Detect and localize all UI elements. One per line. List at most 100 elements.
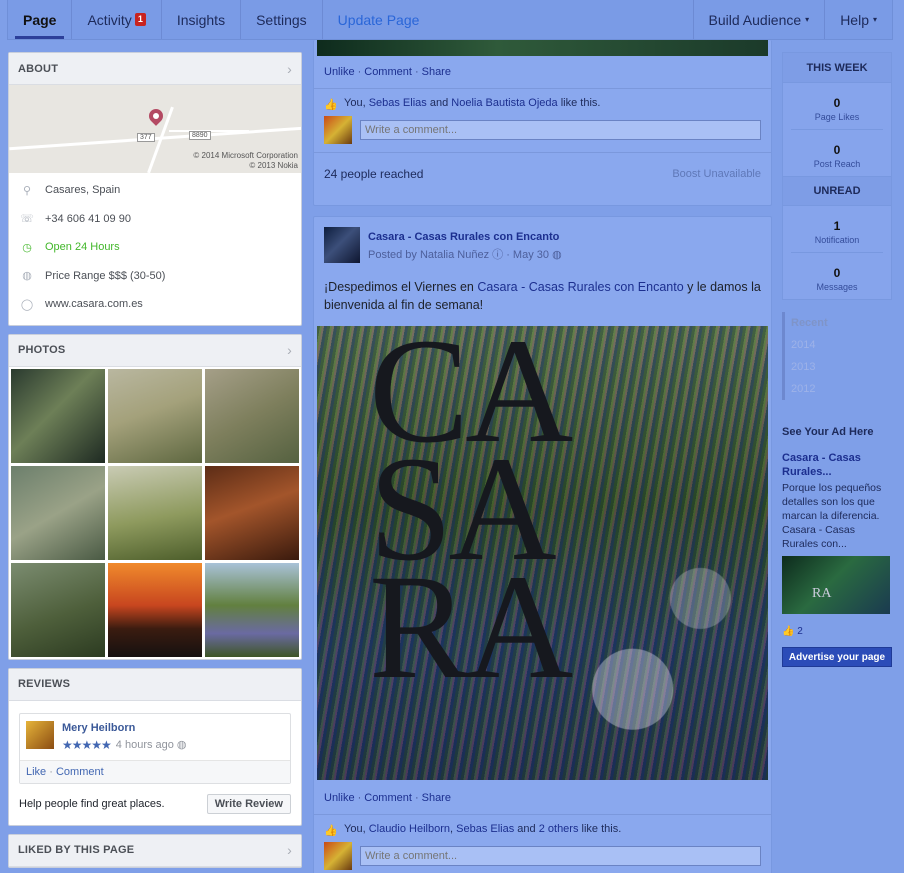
map-road-label: 8890 <box>189 131 211 140</box>
share-link[interactable]: Share <box>422 792 451 804</box>
photo-thumbnail[interactable] <box>108 368 202 463</box>
photo-thumbnail[interactable] <box>11 465 105 560</box>
top-nav: Page Activity 1 Insights Settings Update… <box>7 0 893 40</box>
liker-link[interactable]: Sebas Elias <box>456 823 514 835</box>
photo-thumbnail[interactable] <box>11 368 105 463</box>
about-hours: ◷ Open 24 Hours <box>9 233 301 262</box>
photo-thumbnail[interactable] <box>205 368 299 463</box>
post-page-name[interactable]: Casara - Casas Rurales con Encanto <box>368 231 562 243</box>
messages-stat[interactable]: 0 Messages <box>791 253 883 299</box>
unlike-link[interactable]: Unlike <box>324 66 355 78</box>
stats-card: THIS WEEK 0 Page Likes 0 Post Reach UNRE… <box>782 52 892 300</box>
reach-count[interactable]: 24 people reached <box>324 167 423 181</box>
thumbs-up-icon: 👍 <box>324 825 338 837</box>
location-map[interactable]: 377 8890 © 2014 Microsoft Corporation © … <box>9 85 301 173</box>
tab-insights[interactable]: Insights <box>162 0 242 39</box>
liker-link[interactable]: Sebas Elias <box>369 97 427 109</box>
unlike-link[interactable]: Unlike <box>324 792 355 804</box>
casara-logo-text: CA SA RA <box>369 326 573 710</box>
about-website[interactable]: ◯ www.casara.com.es <box>9 290 301 319</box>
chevron-right-icon: › <box>287 842 292 858</box>
write-review-button[interactable]: Write Review <box>206 793 291 814</box>
post-reach-row: 24 people reached Boost Unavailable <box>314 152 771 195</box>
post-actions: Unlike · Comment · Share <box>314 780 771 815</box>
reviewer-name[interactable]: Mery Heilborn <box>62 722 187 734</box>
ad-title[interactable]: Casara - Casas Rurales... <box>782 451 892 479</box>
this-week-header: THIS WEEK <box>783 53 891 83</box>
post-page-mention[interactable]: Casara - Casas Rurales con Encanto <box>477 280 683 294</box>
post-image-partial[interactable] <box>317 40 768 56</box>
reviews-card: REVIEWS Mery Heilborn ★★★★★ 4 hours ago … <box>8 667 302 826</box>
review-meta: ★★★★★ 4 hours ago ◍ <box>62 738 187 752</box>
photo-thumbnail[interactable] <box>108 562 202 657</box>
timeline-year[interactable]: 2012 <box>791 378 892 400</box>
caret-down-icon: ▾ <box>872 15 877 24</box>
post-header: Casara - Casas Rurales con Encanto Poste… <box>314 217 771 263</box>
boost-unavailable: Boost Unavailable <box>672 168 761 180</box>
timeline-recent[interactable]: Recent <box>791 312 892 334</box>
tab-activity[interactable]: Activity 1 <box>72 0 162 39</box>
timeline-year[interactable]: 2013 <box>791 356 892 378</box>
comment-link[interactable]: Comment <box>364 66 412 78</box>
location-icon: ⚲ <box>22 184 32 197</box>
globe-icon: ◍ <box>176 739 187 751</box>
about-phone[interactable]: ☏ +34 606 41 09 90 <box>9 205 301 234</box>
photo-thumbnail[interactable] <box>11 562 105 657</box>
review-prompt: Help people find great places. <box>19 797 165 810</box>
map-pin-icon <box>146 106 166 126</box>
photo-thumbnail[interactable] <box>205 562 299 657</box>
ad-heading[interactable]: See Your Ad Here <box>782 426 892 438</box>
about-card: ABOUT › 377 8890 © 2014 Microsoft Corpora… <box>8 52 302 326</box>
post-1: Unlike · Comment · Share 👍 You, Sebas Elias … <box>313 40 772 206</box>
tab-settings[interactable]: Settings <box>241 0 323 39</box>
notification-stat[interactable]: 1 Notification <box>791 206 883 253</box>
photo-thumbnail[interactable] <box>205 465 299 560</box>
liker-link[interactable]: Noelia Bautista Ojeda <box>451 97 557 109</box>
timeline-nav: Recent 2014 2013 2012 <box>782 312 892 400</box>
info-icon: ⓘ · <box>492 249 513 261</box>
review-body: Mery Heilborn ★★★★★ 4 hours ago ◍ <box>20 714 290 760</box>
globe-icon: ◯ <box>20 298 34 311</box>
page-avatar[interactable] <box>324 227 360 263</box>
review-comment-link[interactable]: Comment <box>56 766 104 778</box>
about-location[interactable]: ⚲ Casares, Spain <box>9 176 301 205</box>
advertise-page-button[interactable]: Advertise your page <box>782 647 892 667</box>
phone-icon: ☏ <box>20 213 34 226</box>
liker-link[interactable]: Claudio Heilborn <box>369 823 450 835</box>
page-avatar <box>324 116 352 144</box>
others-link[interactable]: 2 others <box>539 823 579 835</box>
build-audience-menu[interactable]: Build Audience ▾ <box>692 0 825 39</box>
map-copyright: © 2014 Microsoft Corporation © 2013 Noki… <box>193 151 298 170</box>
review-like-link[interactable]: Like <box>26 766 46 778</box>
comment-input[interactable] <box>360 120 761 140</box>
ad-likes[interactable]: 👍 2 <box>782 626 892 637</box>
ad-image[interactable]: RA <box>782 556 890 614</box>
liked-by-header[interactable]: LIKED BY THIS PAGE › <box>9 834 301 867</box>
share-link[interactable]: Share <box>422 66 451 78</box>
review-time[interactable]: 4 hours ago <box>116 739 174 751</box>
reviewer-avatar[interactable] <box>26 720 54 749</box>
comment-composer <box>314 840 771 873</box>
thumbs-up-icon: 👍 <box>324 99 338 111</box>
liked-by-card: LIKED BY THIS PAGE › <box>8 833 302 868</box>
likes-summary: 👍 You, Sebas Elias and Noelia Bautista O… <box>324 97 601 111</box>
post-reach-stat[interactable]: 0 Post Reach <box>791 130 883 176</box>
comment-composer <box>314 114 771 152</box>
tab-page[interactable]: Page <box>8 0 73 39</box>
comment-input[interactable] <box>360 846 761 866</box>
about-header[interactable]: ABOUT › <box>9 53 301 85</box>
update-page-link[interactable]: Update Page <box>323 0 435 39</box>
post-meta: Posted by Natalia Nuñez ⓘ · May 30 ◍ <box>368 249 562 261</box>
timeline-feed: Unlike · Comment · Share 👍 You, Sebas Elias … <box>313 40 772 873</box>
chevron-right-icon: › <box>287 342 292 358</box>
post-date[interactable]: May 30 <box>513 249 549 261</box>
post-photo[interactable]: CA SA RA <box>317 326 768 780</box>
help-menu[interactable]: Help ▾ <box>824 0 892 39</box>
photos-header[interactable]: PHOTOS › <box>9 334 301 367</box>
post-message: ¡Despedimos el Viernes en Casara - Casas… <box>324 280 761 312</box>
timeline-year[interactable]: 2014 <box>791 334 892 356</box>
comment-link[interactable]: Comment <box>364 792 412 804</box>
photo-thumbnail[interactable] <box>108 465 202 560</box>
page-likes-stat[interactable]: 0 Page Likes <box>791 83 883 130</box>
